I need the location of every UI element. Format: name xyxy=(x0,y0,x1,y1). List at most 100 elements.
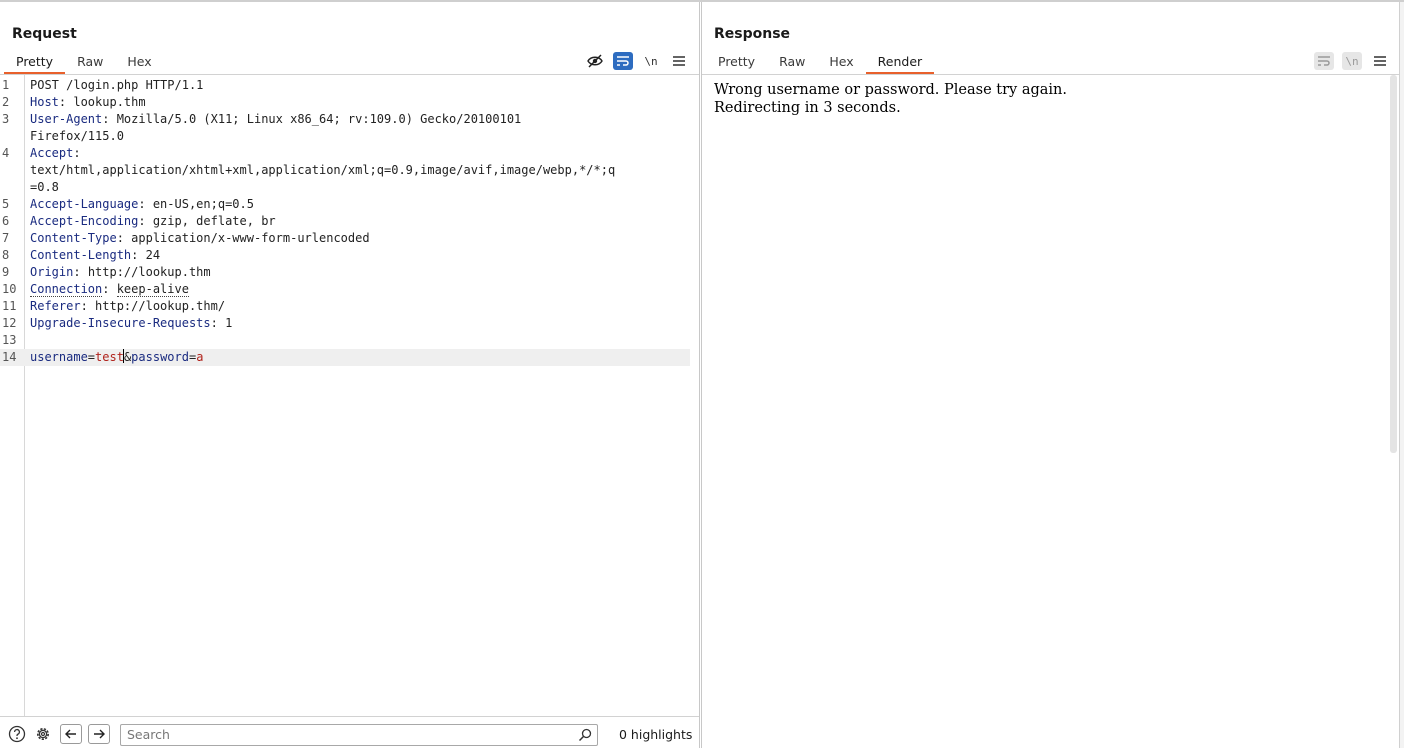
line-number: 10 xyxy=(2,282,17,296)
code-text: Connection: keep-alive xyxy=(30,281,189,298)
code-line: 10 Connection: keep-alive xyxy=(0,281,690,298)
response-tab-raw[interactable]: Raw xyxy=(767,52,817,74)
header-value: 24 xyxy=(145,248,161,262)
header-separator: : xyxy=(131,248,146,262)
line-number: 11 xyxy=(2,299,17,313)
body-line: 14 username=test&password=a xyxy=(0,349,690,366)
header-value: http://lookup.thm xyxy=(87,265,211,279)
hide-non-printable-button[interactable] xyxy=(585,52,605,70)
response-scrollbar[interactable] xyxy=(1390,75,1397,453)
header-value: Mozilla/5.0 (X11; Linux x86_64; rv:109.0… xyxy=(116,112,522,126)
response-tab-render[interactable]: Render xyxy=(865,52,935,74)
request-tab-raw[interactable]: Raw xyxy=(65,52,115,74)
request-tab-pretty[interactable]: Pretty xyxy=(4,52,66,74)
header-separator: : xyxy=(138,197,153,211)
search-icon[interactable] xyxy=(577,727,593,743)
code-line: 2 Host: lookup.thm xyxy=(0,94,690,111)
line-number: 13 xyxy=(2,333,17,347)
request-lines: 1 POST /login.php HTTP/1.1 2 Host: lookup.t… xyxy=(0,77,690,366)
code-text: Accept: xyxy=(30,145,81,162)
right-edge xyxy=(1399,2,1404,748)
request-title: Request xyxy=(12,26,77,42)
response-tab-hex[interactable]: Hex xyxy=(817,52,865,74)
header-value: http://lookup.thm/ xyxy=(95,299,226,313)
code-text: Accept-Language: en-US,en;q=0.5 xyxy=(30,196,254,213)
code-line: Firefox/115.0 xyxy=(0,128,690,145)
line-number: 7 xyxy=(2,231,10,245)
code-text: =0.8 xyxy=(30,179,59,196)
code-text: Content-Length: 24 xyxy=(30,247,160,264)
code-text: Upgrade-Insecure-Requests: 1 xyxy=(30,315,232,332)
header-separator: : xyxy=(138,214,153,228)
search-input[interactable] xyxy=(127,726,567,742)
show-newlines-toggle[interactable]: \n xyxy=(641,52,661,70)
header-name: Content-Type xyxy=(30,231,117,245)
arrow-right-icon xyxy=(94,729,105,739)
code-text: Origin: http://lookup.thm xyxy=(30,264,211,281)
highlights-count: 0 highlights xyxy=(619,727,693,742)
header-separator: : xyxy=(102,282,117,296)
response-word-wrap-toggle[interactable] xyxy=(1314,52,1334,70)
header-separator: : xyxy=(116,231,132,245)
word-wrap-toggle[interactable] xyxy=(613,52,633,70)
line-number: 9 xyxy=(2,265,10,279)
eye-slash-icon xyxy=(587,54,603,68)
line-number: 8 xyxy=(2,248,10,262)
code-line: 4 Accept: xyxy=(0,145,690,162)
newline-icon: \n xyxy=(1345,54,1359,68)
wrap-lines-icon xyxy=(617,56,629,66)
help-button[interactable] xyxy=(8,725,26,743)
code-text: Host: lookup.thm xyxy=(30,94,146,111)
line-text: Firefox/115.0 xyxy=(30,129,124,143)
header-value: lookup.thm xyxy=(73,95,146,109)
header-separator: : xyxy=(73,265,88,279)
rendered-response: Wrong username or password. Please try a… xyxy=(714,81,1067,117)
next-match-button[interactable] xyxy=(88,724,110,744)
header-separator: : xyxy=(73,146,81,160)
code-text: Referer: http://lookup.thm/ xyxy=(30,298,225,315)
header-name: User-Agent xyxy=(30,112,103,126)
request-menu-button[interactable] xyxy=(669,52,689,70)
line-number: 3 xyxy=(2,112,10,126)
code-line: 3 User-Agent: Mozilla/5.0 (X11; Linux x86… xyxy=(0,111,690,128)
code-line: 1 POST /login.php HTTP/1.1 xyxy=(0,77,690,94)
response-pane: Response Pretty Raw Hex Render \n Wrong … xyxy=(701,2,1399,748)
code-line: 13 xyxy=(0,332,690,349)
header-separator: : xyxy=(58,95,74,109)
response-show-newlines-toggle[interactable]: \n xyxy=(1342,52,1362,70)
response-tabbar-divider xyxy=(702,74,1399,75)
response-toolbar: \n xyxy=(1314,52,1390,70)
wrap-lines-icon xyxy=(1318,56,1330,66)
line-number: 12 xyxy=(2,316,17,330)
header-value: gzip, deflate, br xyxy=(152,214,276,228)
render-line: Wrong username or password. Please try a… xyxy=(714,82,1067,98)
code-text: POST /login.php HTTP/1.1 xyxy=(30,77,203,94)
header-separator: : xyxy=(102,112,117,126)
code-line: 11 Referer: http://lookup.thm/ xyxy=(0,298,690,315)
request-tab-hex[interactable]: Hex xyxy=(115,52,163,74)
param-equals: = xyxy=(87,350,96,364)
hamburger-menu-icon xyxy=(1374,56,1386,66)
settings-button[interactable] xyxy=(34,725,52,743)
response-tab-pretty[interactable]: Pretty xyxy=(706,52,767,74)
header-name: Accept-Encoding xyxy=(30,214,139,228)
code-line: 5 Accept-Language: en-US,en;q=0.5 xyxy=(0,196,690,213)
response-menu-button[interactable] xyxy=(1370,52,1390,70)
arrow-left-icon xyxy=(65,729,76,739)
line-text: =0.8 xyxy=(30,180,59,194)
line-text: text/html,application/xhtml+xml,applicat… xyxy=(30,163,616,177)
search-box xyxy=(120,724,598,746)
param-name-username: username xyxy=(30,350,88,364)
header-name: Referer xyxy=(30,299,81,313)
line-number: 1 xyxy=(2,78,10,92)
code-text: Accept-Encoding: gzip, deflate, br xyxy=(30,213,276,230)
header-separator: : xyxy=(80,299,96,313)
header-name: Accept xyxy=(30,146,74,160)
previous-match-button[interactable] xyxy=(60,724,82,744)
header-name: Content-Length xyxy=(30,248,132,262)
header-name: Host xyxy=(30,95,59,109)
code-line: 9 Origin: http://lookup.thm xyxy=(0,264,690,281)
request-editor[interactable]: 1 POST /login.php HTTP/1.1 2 Host: lookup.t… xyxy=(0,75,699,716)
code-line: 6 Accept-Encoding: gzip, deflate, br xyxy=(0,213,690,230)
param-name-password: password xyxy=(131,350,189,364)
